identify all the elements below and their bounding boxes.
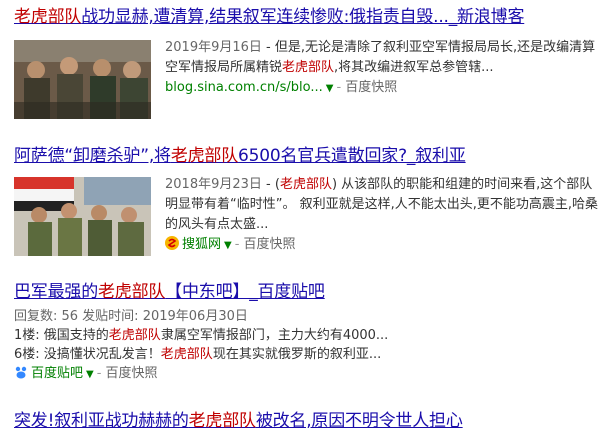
result-2-thumbnail[interactable] <box>14 177 151 256</box>
result-2-cache-link[interactable]: 百度快照 <box>244 237 296 252</box>
result-3-source-line: 百度贴吧 ▼ - 百度快照 <box>14 364 602 385</box>
search-result-4: 突发!叙利亚战功赫赫的老虎部队被改名,原因不明令世人担心 <box>14 410 602 432</box>
result-3-post-2[interactable]: 6楼: 没搞懂状况乱发言！老虎部队现在其实就俄罗斯的叙利亚... <box>14 345 602 364</box>
sohu-icon <box>165 236 179 250</box>
result-3-source[interactable]: 百度贴吧 <box>31 366 83 381</box>
result-3-cache-link[interactable]: 百度快照 <box>106 366 158 381</box>
search-result-2: 阿萨德“卸磨杀驴”,将老虎部队6500名官兵遣散回家?_叙利亚 2018年9月2… <box>14 145 602 256</box>
result-1-snippet: 2019年9月16日 - 但是,无论是清除了叙利亚空军情报局局长,还是改编清算空… <box>165 40 596 75</box>
result-4-title[interactable]: 突发!叙利亚战功赫赫的老虎部队被改名,原因不明令世人担心 <box>14 410 602 432</box>
tieba-icon <box>14 365 28 379</box>
result-2-source-line: 搜狐网 ▼ - 百度快照 <box>165 235 602 256</box>
result-1-cache-link[interactable]: 百度快照 <box>345 80 397 95</box>
result-1-title[interactable]: 老虎部队战功显赫,遭清算,结果叙军连续惨败:俄指责自毁..._新浪博客 <box>14 6 602 28</box>
result-1-url[interactable]: blog.sina.com.cn/s/blo... <box>165 80 323 95</box>
dropdown-arrow-icon[interactable]: ▼ <box>224 240 232 251</box>
result-3-body: 回复数: 56 发贴时间: 2019年06月30日 1楼: 俄国支持的老虎部队隶… <box>14 307 602 385</box>
search-result-1: 老虎部队战功显赫,遭清算,结果叙军连续惨败:俄指责自毁..._新浪博客 2019… <box>14 6 602 119</box>
result-2-title[interactable]: 阿萨德“卸磨杀驴”,将老虎部队6500名官兵遣散回家?_叙利亚 <box>14 145 602 167</box>
result-2-snippet: 2018年9月23日 - (老虎部队) 从该部队的职能和组建的时间来看,这个部队… <box>165 177 598 232</box>
result-2-body: 2018年9月23日 - (老虎部队) 从该部队的职能和组建的时间来看,这个部队… <box>165 175 602 256</box>
result-3-post-1[interactable]: 1楼: 俄国支持的老虎部队隶属空军情报部门，主力大约有4000... <box>14 326 602 345</box>
dropdown-arrow-icon[interactable]: ▼ <box>86 369 94 380</box>
result-1-source-line: blog.sina.com.cn/s/blo... ▼ - 百度快照 <box>165 80 398 95</box>
dropdown-arrow-icon[interactable]: ▼ <box>326 83 334 94</box>
result-1-body: 2019年9月16日 - 但是,无论是清除了叙利亚空军情报局局长,还是改编清算空… <box>165 38 602 99</box>
search-result-3: 巴军最强的老虎部队【中东吧】_百度贴吧 回复数: 56 发贴时间: 2019年0… <box>14 281 602 381</box>
result-3-meta: 回复数: 56 发贴时间: 2019年06月30日 <box>14 309 248 324</box>
result-3-title[interactable]: 巴军最强的老虎部队【中东吧】_百度贴吧 <box>14 281 602 303</box>
result-1-thumbnail[interactable] <box>14 40 151 119</box>
result-2-source[interactable]: 搜狐网 <box>182 237 221 252</box>
